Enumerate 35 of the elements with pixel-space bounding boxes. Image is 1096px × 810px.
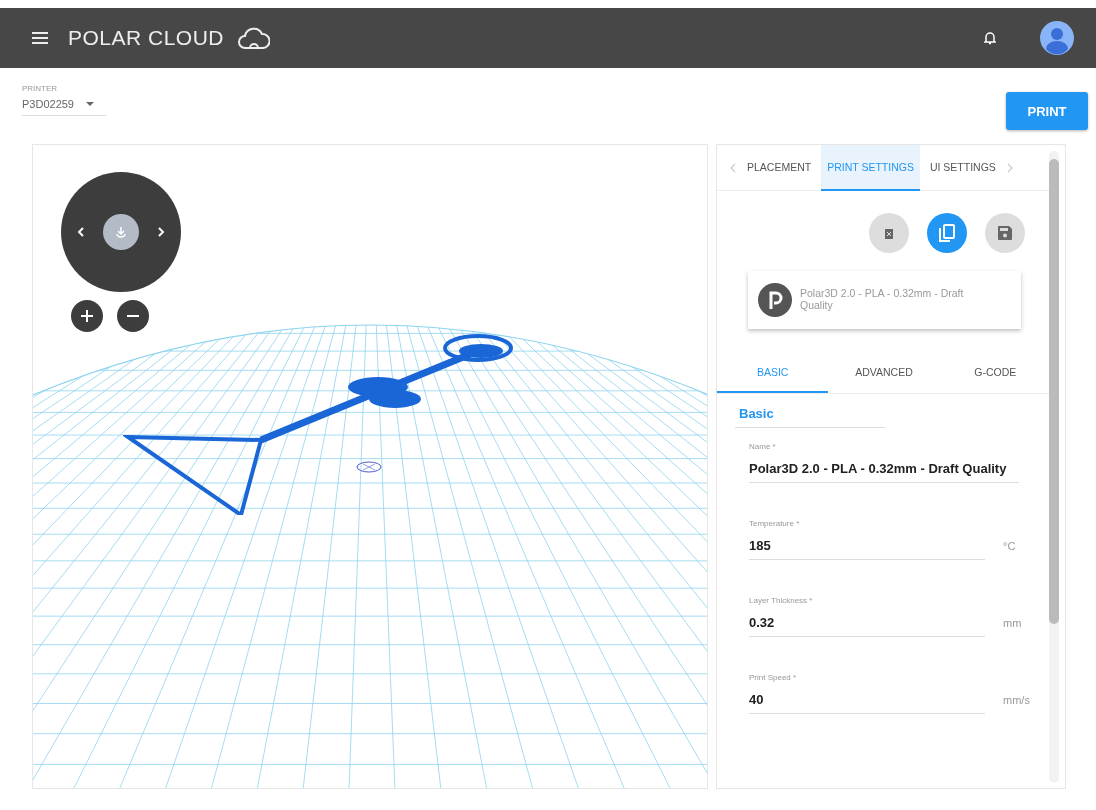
profile-logo-icon <box>758 283 792 317</box>
avatar-icon[interactable] <box>1040 21 1074 55</box>
copy-icon <box>939 224 955 242</box>
unit-label: mm <box>1003 617 1022 629</box>
plus-icon <box>80 309 94 323</box>
logo-text: POLAR CLOUD <box>68 26 225 50</box>
origin-marker-icon <box>356 461 382 473</box>
unit-label: °C <box>1003 540 1016 552</box>
dropdown-caret-icon <box>86 102 94 106</box>
delete-button[interactable] <box>869 213 909 253</box>
section-title: Basic <box>735 406 885 428</box>
tab[interactable]: PLACEMENT <box>741 145 818 191</box>
field-label: Layer Thickness * <box>749 596 814 605</box>
field-label: Name * <box>749 442 777 451</box>
menu-icon[interactable] <box>32 32 48 44</box>
bell-icon[interactable] <box>984 31 996 45</box>
trash-icon <box>884 227 894 239</box>
field-label: Print Speed * <box>749 673 798 682</box>
profile-name: Polar3D 2.0 - PLA - 0.32mm - Draft Quality <box>800 288 965 312</box>
scrollbar[interactable] <box>1049 151 1059 783</box>
printer-select[interactable]: PRINTER P3D02259 <box>22 84 106 116</box>
zoom-in-button[interactable] <box>71 300 103 332</box>
tab[interactable]: G-CODE <box>939 353 1051 393</box>
zoom-out-button[interactable] <box>117 300 149 332</box>
cloud-icon <box>238 26 271 50</box>
copy-button[interactable] <box>927 213 967 253</box>
rotate-left-icon[interactable] <box>77 227 85 237</box>
rotate-right-icon[interactable] <box>157 227 165 237</box>
drop-to-plate-button[interactable] <box>103 214 139 250</box>
field-label: Temperature * <box>749 519 801 528</box>
download-icon <box>115 226 127 238</box>
unit-label: mm/s <box>1003 694 1030 706</box>
tab[interactable]: ADVANCED <box>828 353 940 393</box>
tab[interactable]: UI SETTINGS <box>923 145 1002 191</box>
save-button[interactable] <box>985 213 1025 253</box>
